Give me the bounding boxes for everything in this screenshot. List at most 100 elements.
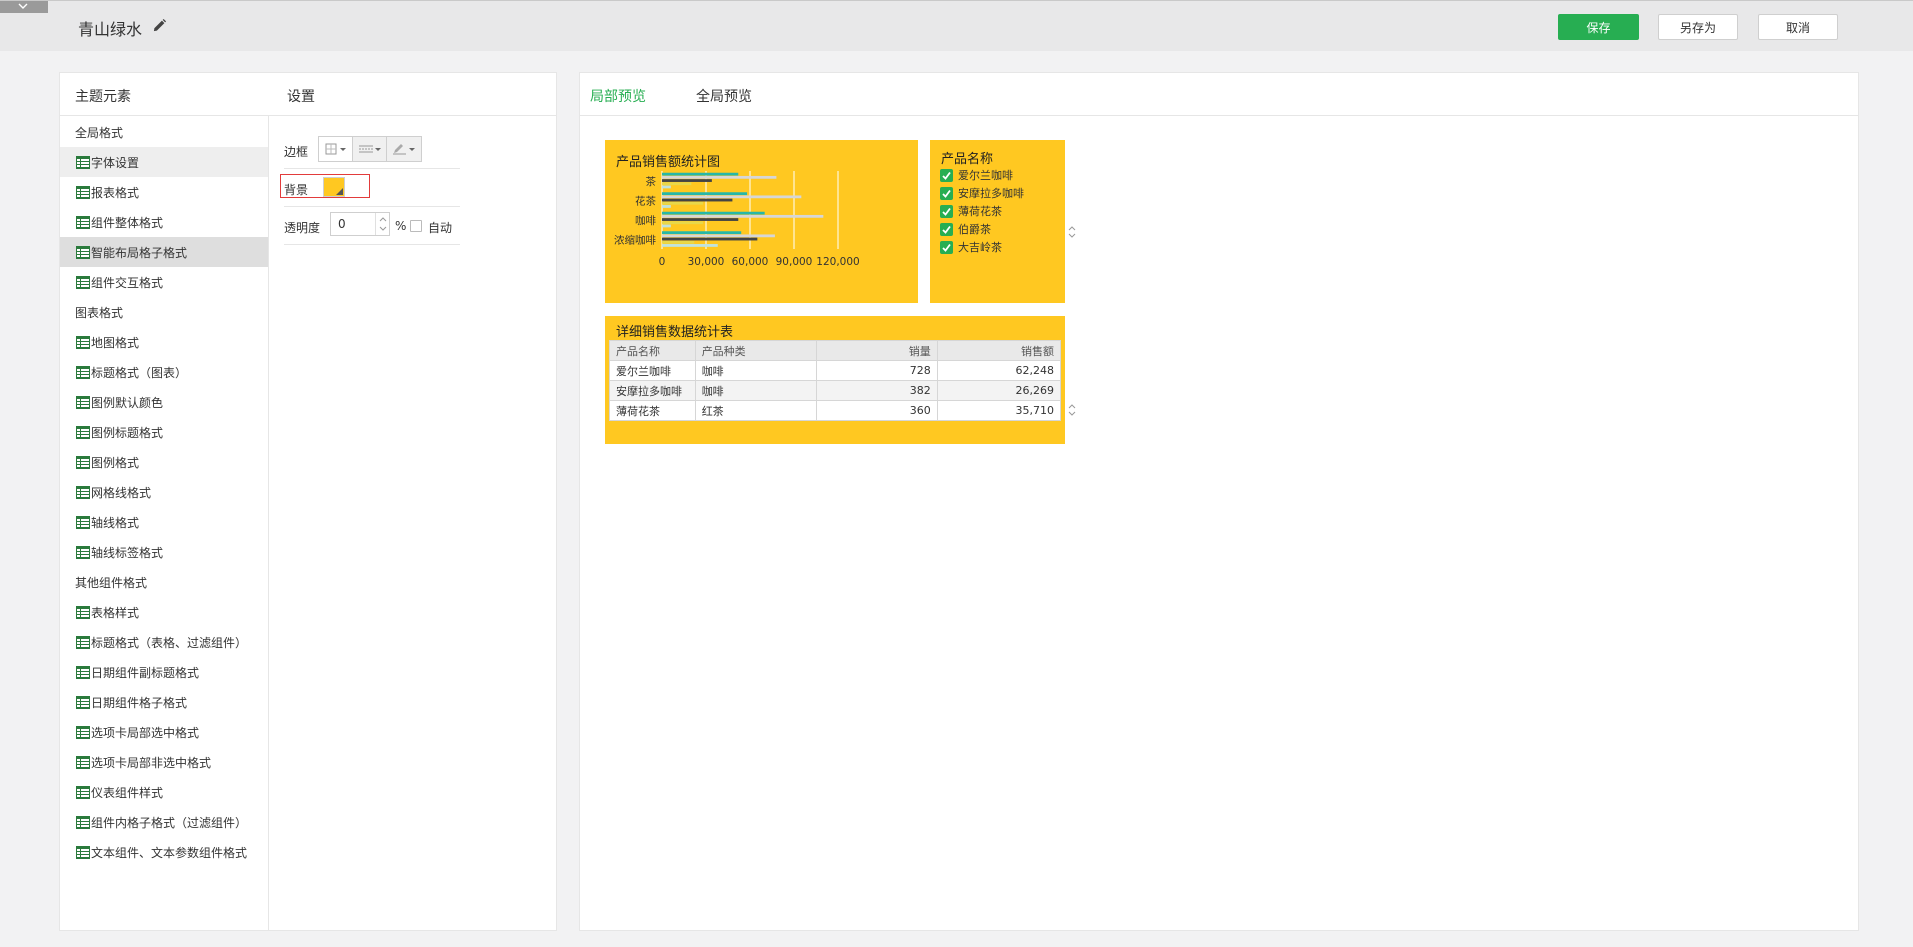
element-list-item[interactable]: 网格线格式: [60, 477, 268, 507]
cancel-button[interactable]: 取消: [1758, 14, 1838, 40]
table-style-icon: [76, 245, 90, 259]
table-row[interactable]: 安摩拉多咖啡 咖啡 382 26,269: [609, 380, 1062, 401]
table-cell: 咖啡: [694, 380, 817, 401]
table-cell: 35,710: [936, 400, 1062, 421]
table-style-icon: [76, 155, 90, 169]
save-as-button[interactable]: 另存为: [1658, 14, 1738, 40]
edit-pencil-icon[interactable]: [152, 18, 167, 33]
element-list-item[interactable]: 报表格式: [60, 177, 268, 207]
checkbox-checked-icon[interactable]: [940, 222, 953, 236]
column-header[interactable]: 销量: [815, 340, 938, 361]
element-item-label: 组件内格子格式（过滤组件）: [91, 815, 248, 830]
element-list-item[interactable]: 图例标题格式: [60, 417, 268, 447]
x-tick-label: 90,000: [776, 256, 813, 268]
filter-option[interactable]: 安摩拉多咖啡: [940, 185, 1024, 201]
table-style-icon: [76, 815, 90, 829]
border-style-dropdown[interactable]: [353, 137, 387, 161]
filter-option[interactable]: 爱尔兰咖啡: [940, 167, 1013, 183]
table-style-icon: [76, 725, 90, 739]
checkbox-checked-icon[interactable]: [940, 240, 953, 254]
element-list-item[interactable]: 图例默认颜色: [60, 387, 268, 417]
element-list-item[interactable]: 选项卡局部选中格式: [60, 717, 268, 747]
element-list-item[interactable]: 选项卡局部非选中格式: [60, 747, 268, 777]
element-list-item[interactable]: 标题格式（图表）: [60, 357, 268, 387]
checkbox-checked-icon[interactable]: [940, 204, 953, 218]
element-list-item[interactable]: 地图格式: [60, 327, 268, 357]
auto-checkbox[interactable]: [410, 220, 422, 232]
table-scroll-arrows-icon[interactable]: [1068, 403, 1076, 417]
border-label: 边框: [284, 145, 309, 159]
filter-option[interactable]: 薄荷花茶: [940, 203, 1002, 219]
element-list-item[interactable]: 轴线格式: [60, 507, 268, 537]
chart-bar: [662, 175, 777, 179]
filter-option[interactable]: 伯爵茶: [940, 221, 991, 237]
tab-global-preview[interactable]: 全局预览: [696, 86, 752, 106]
element-item-label: 地图格式: [91, 335, 140, 350]
opacity-spin-buttons: [375, 213, 389, 235]
theme-elements-list: 全局格式 字体设置 报表格式 组件整体格式 智能布局格子格式 组件交互格式 图表格式 地图格式…: [60, 117, 268, 867]
column-header[interactable]: 产品种类: [694, 340, 817, 361]
chart-bar: [662, 224, 671, 228]
border-position-dropdown[interactable]: [319, 137, 353, 161]
spin-up-icon[interactable]: [379, 215, 387, 223]
table-cell: 咖啡: [694, 360, 817, 381]
element-list-item[interactable]: 字体设置: [60, 147, 268, 177]
element-list-item[interactable]: 表格样式: [60, 597, 268, 627]
element-item-label: 文本组件、文本参数组件格式: [91, 845, 248, 860]
column-header[interactable]: 产品名称: [609, 340, 696, 361]
element-list-item[interactable]: 轴线标签格式: [60, 537, 268, 567]
filter-option-label: 大吉岭茶: [958, 241, 1002, 254]
chart-bar: [662, 234, 775, 238]
table-style-icon: [76, 635, 90, 649]
table-cell: 26,269: [936, 380, 1062, 401]
element-group-header: 全局格式: [60, 117, 268, 147]
opacity-input[interactable]: [331, 213, 375, 235]
table-cell: 62,248: [936, 360, 1062, 381]
table-header-row: 产品名称 产品种类 销量 销售额: [609, 340, 1062, 361]
table-row[interactable]: 薄荷花茶 红茶 360 35,710: [609, 400, 1062, 421]
table-style-icon: [76, 335, 90, 349]
filter-option[interactable]: 大吉岭茶: [940, 239, 1002, 255]
spin-down-icon[interactable]: [379, 225, 387, 233]
element-list-item[interactable]: 日期组件副标题格式: [60, 657, 268, 687]
table-style-icon: [76, 515, 90, 529]
pen-color-icon: [393, 144, 415, 155]
tab-local-preview[interactable]: 局部预览: [590, 86, 646, 106]
element-item-label: 报表格式: [91, 185, 140, 200]
element-list-item[interactable]: 仪表组件样式: [60, 777, 268, 807]
element-item-label: 表格样式: [91, 605, 140, 620]
table-style-icon: [76, 185, 90, 199]
table-style-icon: [76, 215, 90, 229]
table-style-icon: [76, 845, 90, 859]
chart-bar: [662, 221, 704, 225]
background-color-swatch[interactable]: [323, 177, 345, 197]
checkbox-checked-icon[interactable]: [940, 168, 953, 182]
border-color-dropdown[interactable]: [387, 137, 421, 161]
sales-chart-card: 产品销售额统计图 茶花茶 咖啡 浓缩咖啡 0 30,000 60,000 90,000 120…: [605, 140, 918, 303]
checkbox-checked-icon[interactable]: [940, 186, 953, 200]
table-style-icon: [76, 605, 90, 619]
element-list-item[interactable]: 日期组件格子格式: [60, 687, 268, 717]
element-list-item[interactable]: 组件内格子格式（过滤组件）: [60, 807, 268, 837]
element-list-item[interactable]: 智能布局格子格式: [60, 237, 268, 267]
chart-bar: [662, 244, 718, 247]
element-list-item[interactable]: 图例格式: [60, 447, 268, 477]
y-tick-label: 咖啡: [635, 215, 656, 227]
save-button[interactable]: 保存: [1558, 14, 1639, 40]
element-list-item[interactable]: 文本组件、文本参数组件格式: [60, 837, 268, 867]
table-title: 详细销售数据统计表: [616, 325, 734, 340]
opacity-label: 透明度: [284, 221, 321, 235]
background-label: 背景: [284, 183, 309, 197]
table-cell: 爱尔兰咖啡: [609, 360, 696, 381]
table-style-icon: [76, 785, 90, 799]
table-style-icon: [76, 395, 90, 409]
element-list-item[interactable]: 组件交互格式: [60, 267, 268, 297]
column-header[interactable]: 销售额: [936, 340, 1062, 361]
collapse-toggle[interactable]: [0, 1, 48, 13]
element-list-item[interactable]: 组件整体格式: [60, 207, 268, 237]
table-row[interactable]: 爱尔兰咖啡 咖啡 728 62,248: [609, 360, 1062, 381]
element-list-item[interactable]: 标题格式（表格、过滤组件）: [60, 627, 268, 657]
element-item-label: 标题格式（表格、过滤组件）: [91, 635, 248, 650]
table-cell: 360: [815, 400, 938, 421]
filter-scroll-arrows-icon[interactable]: [1068, 225, 1076, 239]
